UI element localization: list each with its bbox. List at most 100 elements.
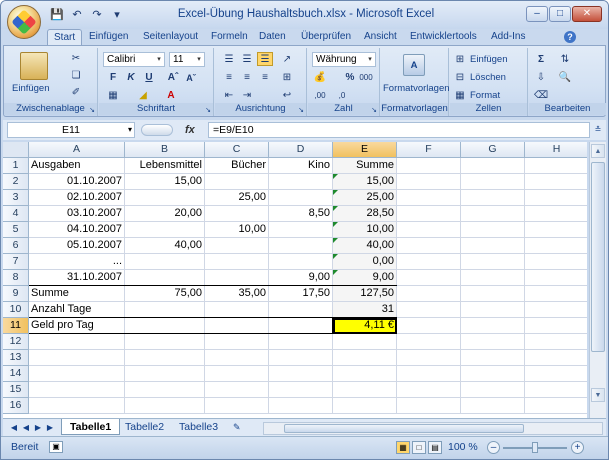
cell-b4[interactable]: 20,00 xyxy=(125,206,205,222)
insert-cells-icon[interactable]: ⊞ xyxy=(452,52,468,66)
cell-a3[interactable]: 02.10.2007 xyxy=(29,190,125,206)
cell-d10[interactable] xyxy=(269,302,333,318)
cell-g6[interactable] xyxy=(461,238,525,254)
increase-decimal-button[interactable]: ,00 xyxy=(312,88,328,102)
format-cells-button[interactable]: Format xyxy=(470,90,500,101)
format-painter-icon[interactable]: ✐ xyxy=(68,85,84,99)
align-middle-icon[interactable]: ☰ xyxy=(239,52,255,66)
cell-c3[interactable]: 25,00 xyxy=(205,190,269,206)
cell-a13[interactable] xyxy=(29,350,125,366)
borders-icon[interactable]: ▦ xyxy=(105,88,121,102)
autosum-icon[interactable]: Σ xyxy=(533,52,549,66)
row-header-15[interactable]: 15 xyxy=(3,382,29,398)
cell-f4[interactable] xyxy=(397,206,461,222)
percent-button[interactable]: % xyxy=(342,70,358,84)
customize-icon[interactable]: ▾ xyxy=(109,8,125,23)
styles-button[interactable]: Formatvorlagen xyxy=(383,83,450,94)
zoom-slider-knob[interactable] xyxy=(532,442,538,453)
cell-e12[interactable] xyxy=(333,334,397,350)
delete-cells-button[interactable]: Löschen xyxy=(470,72,506,83)
cell-d1[interactable]: Kino xyxy=(269,158,333,174)
cell-f13[interactable] xyxy=(397,350,461,366)
cell-h15[interactable] xyxy=(525,382,587,398)
cell-d14[interactable] xyxy=(269,366,333,382)
cell-a15[interactable] xyxy=(29,382,125,398)
cell-a16[interactable] xyxy=(29,398,125,414)
cell-e16[interactable] xyxy=(333,398,397,414)
cell-h4[interactable] xyxy=(525,206,587,222)
cell-h8[interactable] xyxy=(525,270,587,286)
paste-icon[interactable] xyxy=(20,52,48,80)
cell-d3[interactable] xyxy=(269,190,333,206)
horizontal-scroll-thumb[interactable] xyxy=(284,424,524,433)
cell-b13[interactable] xyxy=(125,350,205,366)
cell-c14[interactable] xyxy=(205,366,269,382)
cell-h5[interactable] xyxy=(525,222,587,238)
prev-sheet-icon[interactable]: ◀ xyxy=(21,421,31,434)
minimize-button[interactable]: – xyxy=(526,6,548,22)
insert-sheet-icon[interactable]: ✎ xyxy=(225,419,249,435)
row-header-1[interactable]: 1 xyxy=(3,158,29,174)
cell-f2[interactable] xyxy=(397,174,461,190)
cell-g12[interactable] xyxy=(461,334,525,350)
italic-button[interactable]: K xyxy=(123,70,139,84)
cell-b10[interactable] xyxy=(125,302,205,318)
sheet-tab-tabelle1[interactable]: Tabelle1 xyxy=(61,419,121,435)
cell-c10[interactable] xyxy=(205,302,269,318)
cell-b8[interactable] xyxy=(125,270,205,286)
row-header-6[interactable]: 6 xyxy=(3,238,29,254)
vertical-scrollbar[interactable]: ▲ ▼ xyxy=(589,142,606,418)
cell-d12[interactable] xyxy=(269,334,333,350)
column-header-a[interactable]: A xyxy=(29,142,125,158)
error-indicator-icon[interactable] xyxy=(333,190,338,195)
row-header-9[interactable]: 9 xyxy=(3,286,29,302)
cell-h6[interactable] xyxy=(525,238,587,254)
cell-g13[interactable] xyxy=(461,350,525,366)
clear-icon[interactable]: ⌫ xyxy=(533,88,549,102)
cell-h14[interactable] xyxy=(525,366,587,382)
cell-g4[interactable] xyxy=(461,206,525,222)
paste-button[interactable]: Einfügen xyxy=(12,83,50,94)
cell-g1[interactable] xyxy=(461,158,525,174)
cell-g7[interactable] xyxy=(461,254,525,270)
dialog-launcher-icon[interactable]: ↘ xyxy=(298,106,304,114)
cell-g8[interactable] xyxy=(461,270,525,286)
error-indicator-icon[interactable] xyxy=(333,270,338,275)
cell-c1[interactable]: Bücher xyxy=(205,158,269,174)
cell-c12[interactable] xyxy=(205,334,269,350)
align-right-icon[interactable]: ≡ xyxy=(257,70,273,84)
underline-button[interactable]: U xyxy=(141,70,157,84)
tab-daten[interactable]: Daten xyxy=(259,29,286,45)
currency-icon[interactable]: 💰 xyxy=(312,70,328,84)
cell-a9[interactable]: Summe xyxy=(29,286,125,302)
merge-cells-icon[interactable]: ⊞ xyxy=(279,70,295,84)
dialog-launcher-icon[interactable]: ↘ xyxy=(205,106,211,114)
align-center-icon[interactable]: ≡ xyxy=(239,70,255,84)
error-indicator-icon[interactable] xyxy=(333,254,338,259)
cell-g3[interactable] xyxy=(461,190,525,206)
styles-icon[interactable]: A xyxy=(403,54,425,76)
grow-font-icon[interactable]: Aˆ xyxy=(165,70,181,84)
cell-c5[interactable]: 10,00 xyxy=(205,222,269,238)
cell-f10[interactable] xyxy=(397,302,461,318)
cell-c15[interactable] xyxy=(205,382,269,398)
cell-c8[interactable] xyxy=(205,270,269,286)
row-header-8[interactable]: 8 xyxy=(3,270,29,286)
row-header-3[interactable]: 3 xyxy=(3,190,29,206)
macro-record-icon[interactable]: ▣ xyxy=(49,441,63,453)
formula-bar-resize-handle[interactable] xyxy=(141,124,173,136)
cell-c11[interactable] xyxy=(205,318,269,334)
cell-h2[interactable] xyxy=(525,174,587,190)
horizontal-scrollbar[interactable] xyxy=(263,422,603,435)
close-button[interactable]: ✕ xyxy=(572,6,602,22)
row-header-7[interactable]: 7 xyxy=(3,254,29,270)
cell-d16[interactable] xyxy=(269,398,333,414)
expand-formula-bar-icon[interactable]: ≛ xyxy=(592,122,604,138)
tab-ueberpruefen[interactable]: Überprüfen xyxy=(301,29,351,45)
formula-input[interactable]: =E9/E10 xyxy=(208,122,590,138)
insert-cells-button[interactable]: Einfügen xyxy=(470,54,508,65)
wrap-text-icon[interactable]: ↩ xyxy=(279,88,295,102)
cell-b7[interactable] xyxy=(125,254,205,270)
row-header-2[interactable]: 2 xyxy=(3,174,29,190)
zoom-in-button[interactable]: + xyxy=(571,441,584,454)
